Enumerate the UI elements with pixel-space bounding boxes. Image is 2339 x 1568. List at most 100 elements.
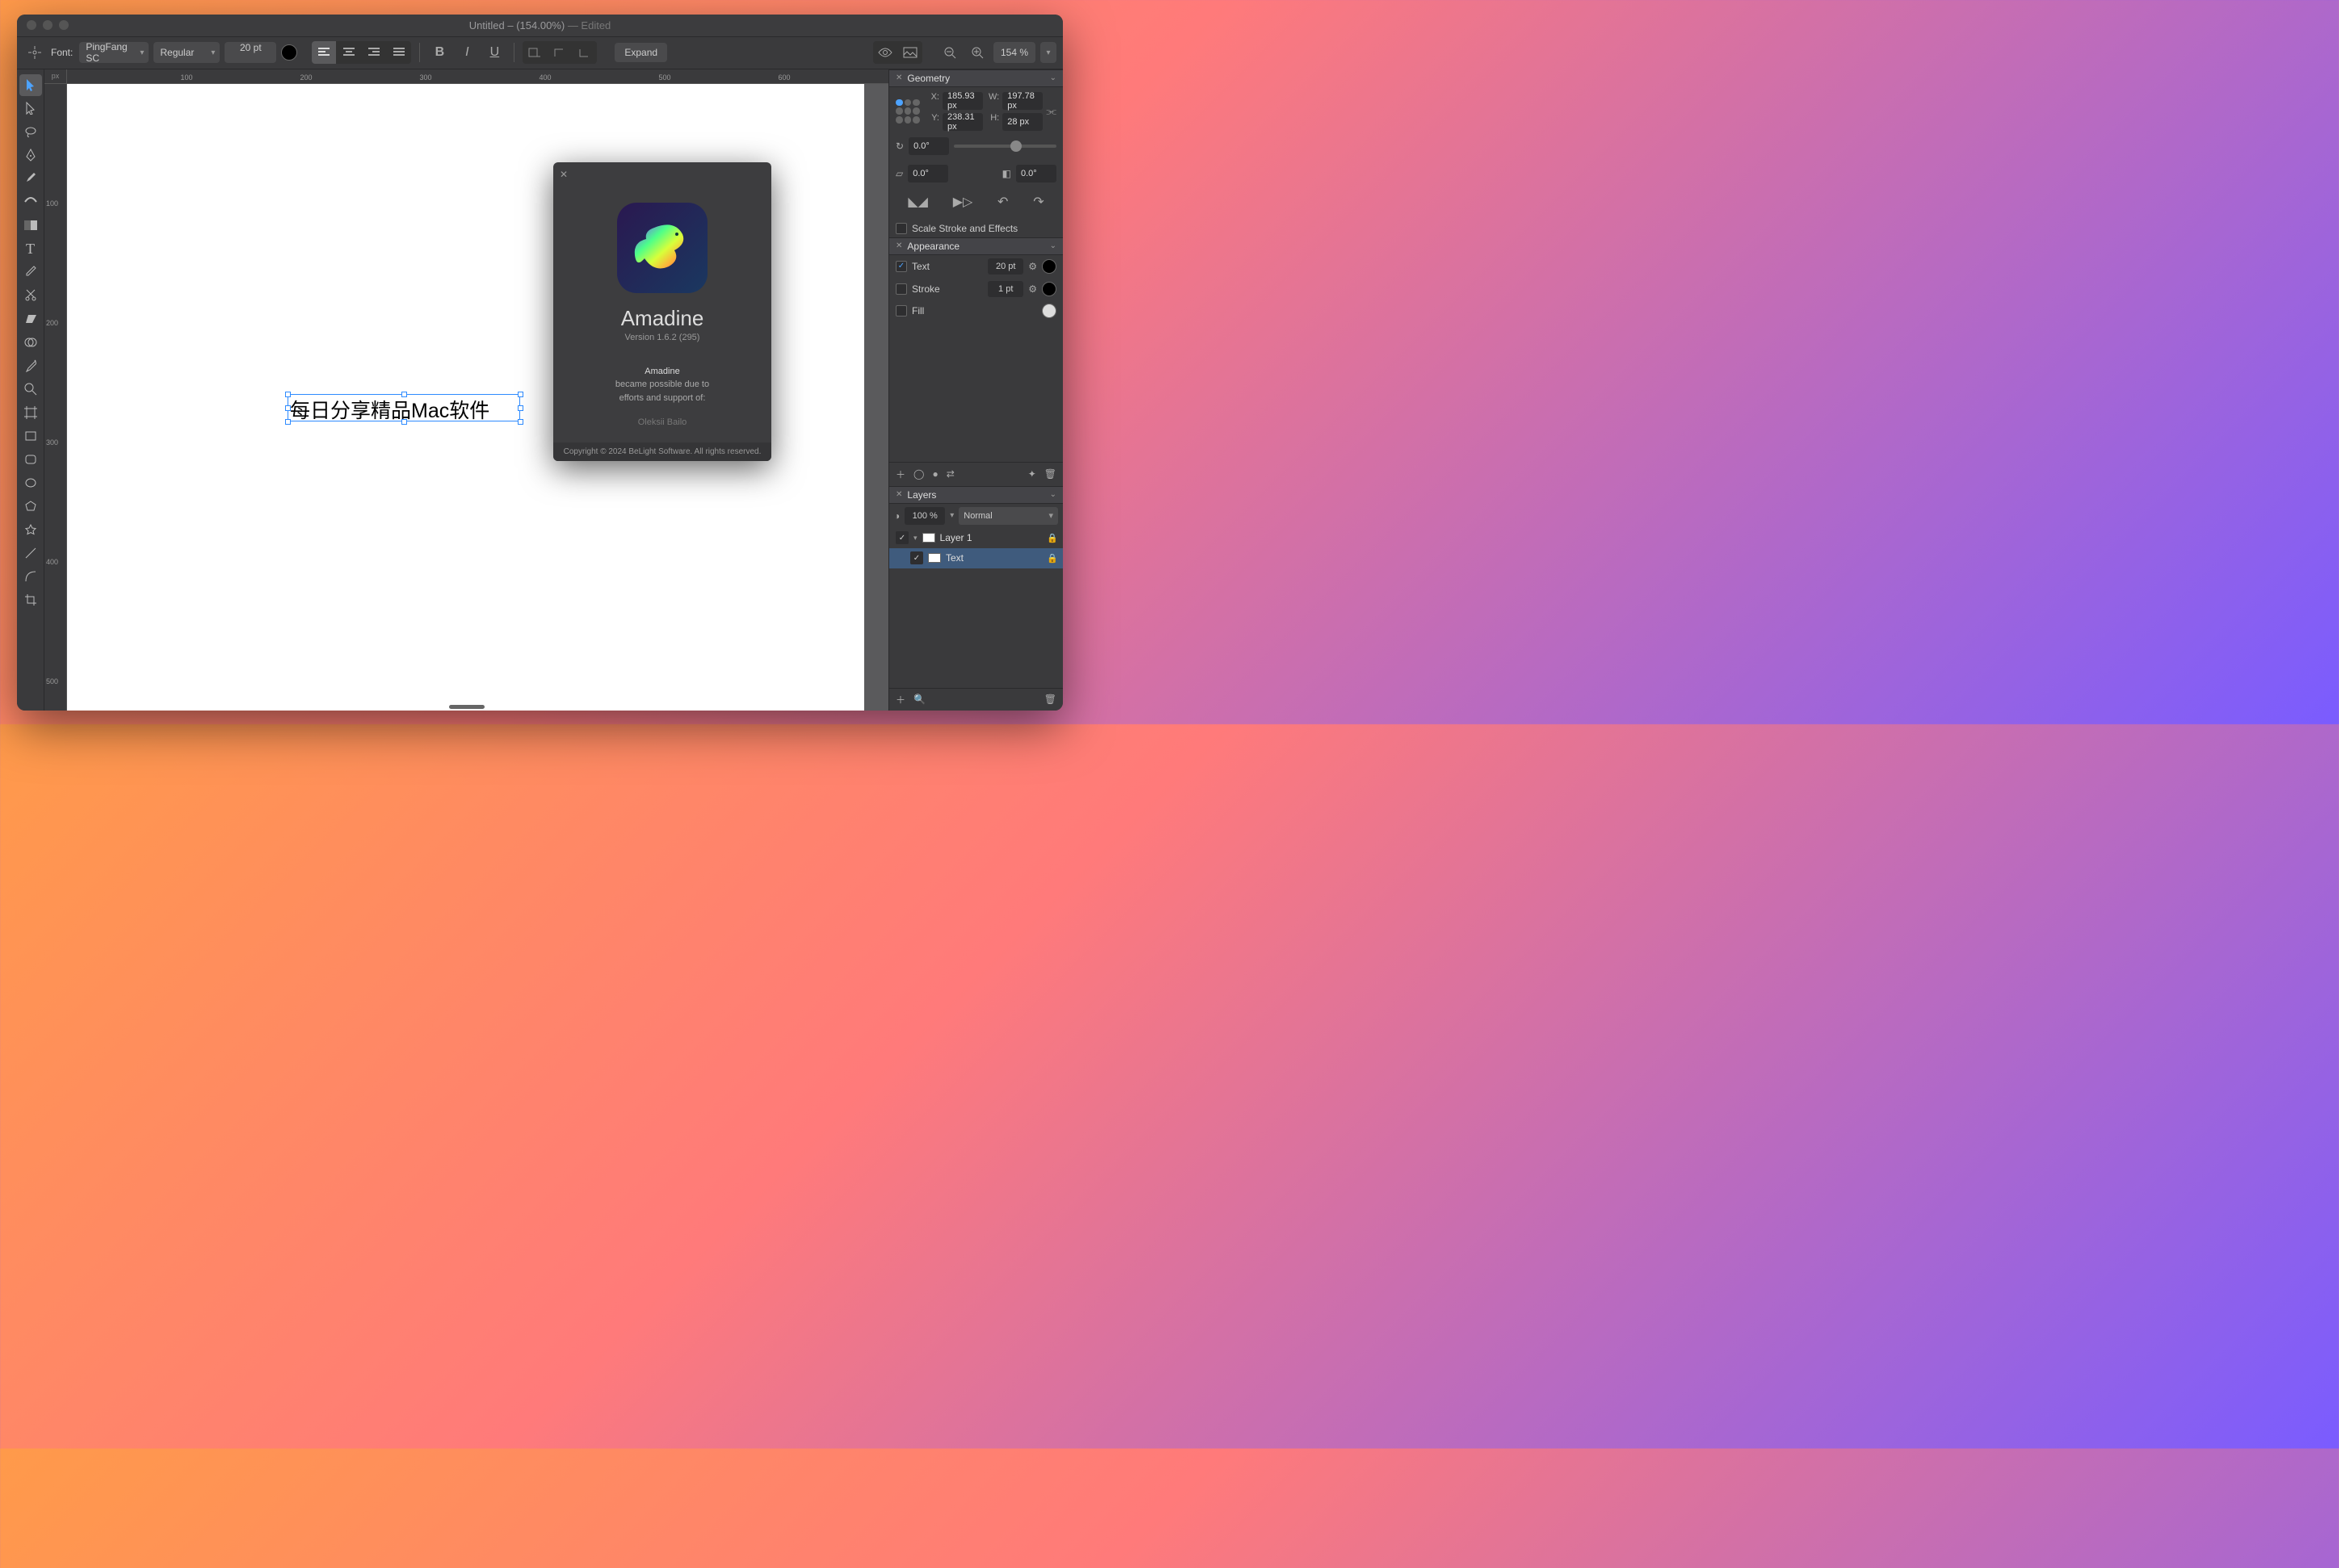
- type-tool[interactable]: T: [19, 238, 42, 260]
- rounded-rect-tool[interactable]: [19, 449, 42, 471]
- bold-button[interactable]: B: [428, 41, 451, 64]
- color-swatch[interactable]: [1042, 259, 1056, 274]
- eraser-tool[interactable]: [19, 308, 42, 330]
- gear-icon[interactable]: ⚙: [1028, 261, 1037, 272]
- font-style-select[interactable]: Regular: [153, 42, 220, 63]
- delete-layer-icon[interactable]: 🗑: [1044, 694, 1056, 705]
- appearance-panel-header[interactable]: ✕ Appearance ⌄: [889, 237, 1063, 255]
- zoom-percent-input[interactable]: 154 %: [993, 42, 1035, 63]
- add-fill-icon[interactable]: ●: [932, 468, 938, 480]
- layer-row[interactable]: ✓ Text 🔒: [889, 548, 1063, 568]
- zoom-menu-caret[interactable]: ▾: [1040, 42, 1056, 63]
- rotation-input[interactable]: 0.0°: [909, 137, 949, 155]
- add-stroke-icon[interactable]: ◯: [913, 468, 924, 480]
- anchor-grid[interactable]: [896, 99, 920, 124]
- pen-tool[interactable]: [19, 145, 42, 166]
- trash-icon[interactable]: 🗑: [1044, 468, 1056, 480]
- width-tool[interactable]: [19, 191, 42, 213]
- preview-icon[interactable]: [873, 41, 897, 64]
- color-swatch[interactable]: [1042, 282, 1056, 296]
- text-on-path-3-button[interactable]: [573, 41, 597, 64]
- align-justify-button[interactable]: [387, 41, 411, 64]
- zoom-in-icon[interactable]: [966, 41, 989, 64]
- eyedropper-2-tool[interactable]: [19, 355, 42, 377]
- expand-button[interactable]: Expand: [615, 43, 667, 62]
- ruler-unit[interactable]: px: [44, 69, 67, 84]
- panel-grab-handle[interactable]: [449, 705, 485, 709]
- appearance-row[interactable]: Stroke 1 pt ⚙: [889, 278, 1063, 300]
- appearance-row[interactable]: Fill: [889, 300, 1063, 321]
- chevron-down-icon[interactable]: ⌄: [1050, 73, 1056, 82]
- scale-stroke-checkbox[interactable]: Scale Stroke and Effects: [889, 220, 1063, 237]
- text-on-path-2-button[interactable]: [548, 41, 572, 64]
- panel-close-icon[interactable]: ✕: [896, 490, 902, 499]
- layer-row[interactable]: ✓ ▾ Layer 1 🔒: [889, 528, 1063, 548]
- fx-icon[interactable]: ✦: [1028, 468, 1036, 480]
- row-checkbox[interactable]: [896, 305, 907, 317]
- opacity-caret[interactable]: ▾: [950, 511, 954, 520]
- appearance-row[interactable]: ✓ Text 20 pt ⚙: [889, 255, 1063, 278]
- x-input[interactable]: 185.93 px: [943, 92, 983, 110]
- rotation-slider[interactable]: [954, 145, 1056, 148]
- underline-button[interactable]: U: [483, 41, 506, 64]
- opacity-input[interactable]: 100 %: [905, 507, 945, 525]
- eyedropper-tool[interactable]: [19, 262, 42, 283]
- link-wh-icon[interactable]: ⫘: [1046, 104, 1056, 118]
- gear-icon[interactable]: ⚙: [1028, 283, 1037, 295]
- brush-tool[interactable]: [19, 168, 42, 190]
- direct-select-tool[interactable]: [19, 98, 42, 119]
- zoom-window-icon[interactable]: [59, 20, 69, 30]
- blend-mode-select[interactable]: Normal: [959, 507, 1058, 525]
- font-size-input[interactable]: 20 pt: [225, 42, 276, 63]
- italic-button[interactable]: I: [456, 41, 478, 64]
- lock-icon[interactable]: 🔒: [1047, 553, 1058, 564]
- swap-icon[interactable]: ⇄: [947, 468, 955, 480]
- undo-icon[interactable]: ↶: [997, 194, 1008, 210]
- font-family-select[interactable]: PingFang SC: [79, 42, 149, 63]
- flip-h-icon[interactable]: ◣◢: [908, 194, 928, 210]
- polygon-tool[interactable]: [19, 496, 42, 518]
- minimize-window-icon[interactable]: [43, 20, 52, 30]
- row-value[interactable]: 20 pt: [988, 258, 1023, 275]
- row-value[interactable]: 1 pt: [988, 281, 1023, 297]
- text-on-path-1-button[interactable]: [523, 41, 547, 64]
- chevron-down-icon[interactable]: ⌄: [1050, 241, 1056, 250]
- vertical-ruler[interactable]: 100200300400500: [44, 84, 67, 711]
- lasso-tool[interactable]: [19, 121, 42, 143]
- redo-icon[interactable]: ↷: [1033, 194, 1044, 210]
- selection-box[interactable]: 每日分享精品Mac软件: [288, 394, 520, 421]
- close-icon[interactable]: ✕: [560, 169, 568, 180]
- h-input[interactable]: 28 px: [1002, 113, 1043, 131]
- align-right-button[interactable]: [362, 41, 386, 64]
- line-tool[interactable]: [19, 543, 42, 564]
- lock-icon[interactable]: 🔒: [1047, 533, 1058, 543]
- align-left-button[interactable]: [312, 41, 336, 64]
- artboard-tool[interactable]: [19, 402, 42, 424]
- color-swatch[interactable]: [1042, 304, 1056, 318]
- row-checkbox[interactable]: [896, 283, 907, 295]
- add-appearance-icon[interactable]: ＋: [896, 467, 905, 481]
- y-input[interactable]: 238.31 px: [943, 113, 983, 131]
- row-checkbox[interactable]: ✓: [896, 261, 907, 272]
- crosshair-icon[interactable]: [23, 41, 46, 64]
- search-layers-icon[interactable]: 🔍: [913, 694, 926, 705]
- shear-h-input[interactable]: 0.0°: [908, 165, 948, 182]
- shape-builder-tool[interactable]: [19, 332, 42, 354]
- crop-tool[interactable]: [19, 589, 42, 611]
- rectangle-tool[interactable]: [19, 426, 42, 447]
- star-tool[interactable]: [19, 519, 42, 541]
- zoom-out-icon[interactable]: [939, 41, 961, 64]
- shear-v-input[interactable]: 0.0°: [1016, 165, 1056, 182]
- panel-close-icon[interactable]: ✕: [896, 241, 902, 250]
- gradient-tool[interactable]: [19, 215, 42, 237]
- visibility-toggle[interactable]: ✓: [896, 531, 909, 544]
- visibility-toggle[interactable]: ✓: [910, 551, 923, 564]
- add-layer-icon[interactable]: ＋: [896, 693, 905, 706]
- move-tool[interactable]: [19, 74, 42, 96]
- zoom-tool[interactable]: [19, 379, 42, 400]
- w-input[interactable]: 197.78 px: [1002, 92, 1043, 110]
- panel-close-icon[interactable]: ✕: [896, 73, 902, 82]
- chevron-down-icon[interactable]: ⌄: [1050, 490, 1056, 499]
- horizontal-ruler[interactable]: 100200300400500600700800900: [67, 69, 888, 84]
- image-view-icon[interactable]: [898, 41, 922, 64]
